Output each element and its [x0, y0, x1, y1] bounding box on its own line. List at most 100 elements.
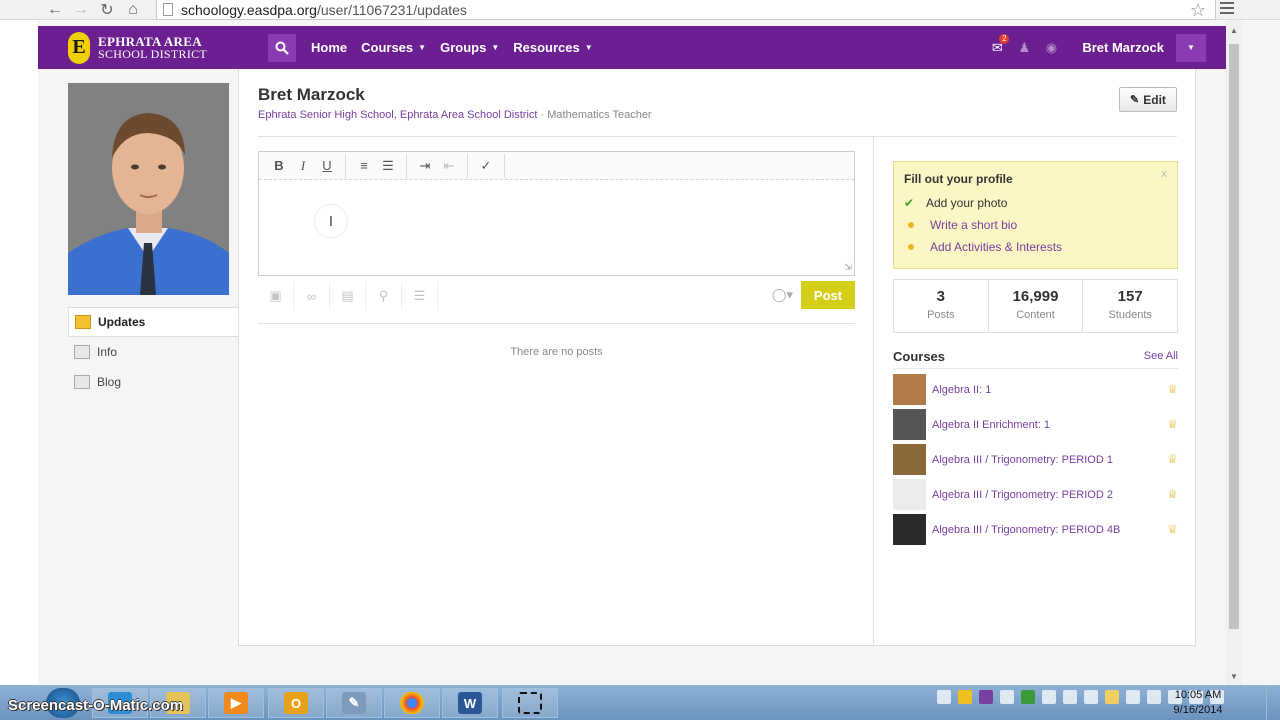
post-type-icon[interactable]: ◯▾	[772, 287, 793, 303]
divider	[258, 136, 1177, 137]
numbered-list-icon[interactable]: ☰	[376, 154, 400, 178]
home-icon[interactable]: ⌂	[120, 0, 146, 20]
outdent-icon[interactable]: ⇤	[437, 154, 461, 178]
profile-nav-info[interactable]: Info	[68, 337, 238, 367]
scrollbar-thumb[interactable]	[1229, 44, 1239, 629]
star-icon[interactable]: ☆	[1190, 0, 1206, 21]
indent-icon[interactable]: ⇥	[413, 154, 437, 178]
attach-audio-icon[interactable]: ⚲	[366, 282, 402, 310]
text-cursor-icon: I	[314, 204, 348, 238]
messages-icon[interactable]: ✉ 2	[986, 33, 1010, 59]
taskbar-media[interactable]: ▶	[208, 688, 264, 718]
courses-header: Courses See All	[893, 349, 1178, 369]
tray-icon[interactable]	[937, 690, 951, 704]
column-divider	[873, 137, 874, 646]
checkmark-icon: ✔	[904, 196, 915, 210]
user-name-menu[interactable]: Bret Marzock	[1082, 40, 1164, 55]
profile-nav-blog[interactable]: Blog	[68, 367, 238, 397]
italic-button[interactable]: I	[291, 154, 315, 178]
post-editor[interactable]: B I U ≡ ☰ ⇥ ⇤ ✓ I ⇲	[258, 151, 855, 276]
show-desktop-button[interactable]	[1266, 685, 1280, 720]
nav-home[interactable]: Home	[311, 40, 347, 55]
logo-line2: SCHOOL DISTRICT	[98, 46, 208, 61]
connections-icon[interactable]: ♟	[1013, 37, 1035, 59]
bold-button[interactable]: B	[267, 154, 291, 178]
course-thumbnail	[893, 374, 926, 405]
tray-icon[interactable]	[1105, 690, 1119, 704]
scroll-down-icon[interactable]: ▼	[1230, 672, 1238, 681]
nav-resources[interactable]: Resources ▼	[513, 40, 592, 55]
blog-icon	[74, 375, 90, 389]
search-button[interactable]	[268, 33, 296, 62]
tray-icon[interactable]	[1021, 690, 1035, 704]
menu-icon[interactable]	[1220, 2, 1234, 17]
district-logo[interactable]: E EPHRATA AREA SCHOOL DISTRICT	[68, 31, 258, 64]
nav-groups[interactable]: Groups ▼	[440, 40, 499, 55]
chevron-down-icon: ▼	[491, 43, 500, 52]
profile-photo[interactable]	[68, 83, 229, 295]
taskbar-outlook[interactable]: O	[268, 688, 324, 718]
tray-icon[interactable]	[1042, 690, 1056, 704]
course-item[interactable]: Algebra III / Trigonometry: PERIOD 4B ♕	[893, 512, 1178, 547]
fill-item-bio[interactable]: Write a short bio	[904, 214, 1167, 236]
taskbar-chrome[interactable]	[384, 688, 440, 718]
underline-button[interactable]: U	[315, 154, 339, 178]
course-item[interactable]: Algebra III / Trigonometry: PERIOD 1 ♕	[893, 442, 1178, 477]
scrollbar[interactable]: ▲ ▼	[1226, 20, 1242, 685]
bluetooth-icon[interactable]	[1000, 690, 1014, 704]
tray-icon[interactable]	[1126, 690, 1140, 704]
taskbar-app[interactable]: ✎	[326, 688, 382, 718]
fill-profile-title: Fill out your profile	[904, 172, 1013, 186]
attach-resource-icon[interactable]: ▤	[330, 282, 366, 310]
taskbar-clock[interactable]: 10:05 AM 9/16/2014	[1158, 688, 1238, 718]
scroll-up-icon[interactable]: ▲	[1230, 26, 1238, 35]
see-all-link[interactable]: See All	[1144, 350, 1178, 362]
editor-toolbar: B I U ≡ ☰ ⇥ ⇤ ✓	[259, 152, 854, 180]
profile-photo-image	[68, 83, 229, 295]
notifications-icon[interactable]: ◉	[1040, 37, 1062, 59]
taskbar-snipping[interactable]	[502, 688, 558, 718]
back-arrow-icon[interactable]: ←	[42, 0, 68, 20]
reload-icon[interactable]: ↻	[94, 0, 120, 20]
updates-icon	[75, 315, 91, 329]
media-player-icon: ▶	[224, 692, 248, 714]
attach-link-icon[interactable]: ∞	[294, 282, 330, 310]
district-link[interactable]: Ephrata Area School District	[400, 109, 538, 121]
attach-file-icon[interactable]: ▣	[258, 282, 294, 310]
close-icon[interactable]: x	[1162, 168, 1168, 180]
search-icon	[275, 41, 289, 55]
post-button[interactable]: Post	[801, 281, 855, 309]
course-item[interactable]: Algebra II Enrichment: 1 ♕	[893, 407, 1178, 442]
info-icon	[74, 345, 90, 359]
resize-handle-icon[interactable]: ⇲	[844, 262, 852, 273]
user-dropdown-button[interactable]: ▼	[1176, 33, 1206, 62]
forward-arrow-icon[interactable]: →	[68, 0, 94, 20]
tray-icon[interactable]	[958, 690, 972, 704]
main-panel: Bret Marzock Ephrata Senior High School,…	[238, 69, 1196, 646]
tray-icon[interactable]	[1063, 690, 1077, 704]
edit-profile-button[interactable]: ✎ Edit	[1119, 87, 1177, 112]
pencil-icon: ✎	[1130, 94, 1140, 106]
course-thumbnail	[893, 409, 926, 440]
course-thumbnail	[893, 444, 926, 475]
watermark: Screencast-O-Matic.com	[8, 697, 184, 714]
nav-courses[interactable]: Courses ▼	[361, 40, 426, 55]
spellcheck-icon[interactable]: ✓	[474, 154, 498, 178]
profile-affiliation: Ephrata Senior High School, Ephrata Area…	[258, 109, 652, 121]
tray-icon[interactable]	[979, 690, 993, 704]
address-bar[interactable]: schoology.easdpa.org/user/11067231/updat…	[156, 0, 1216, 20]
school-link[interactable]: Ephrata Senior High School	[258, 109, 394, 121]
course-item[interactable]: Algebra II: 1 ♕	[893, 372, 1178, 407]
bullet-list-icon[interactable]: ≡	[352, 154, 376, 178]
page-icon	[163, 3, 173, 16]
taskbar-word[interactable]: W	[442, 688, 498, 718]
crown-icon: ♕	[1167, 382, 1178, 396]
attach-poll-icon[interactable]: ☰	[402, 282, 438, 310]
course-list: Algebra II: 1 ♕ Algebra II Enrichment: 1…	[893, 372, 1178, 547]
profile-nav-updates[interactable]: Updates	[68, 307, 238, 337]
clock-time: 10:05 AM	[1174, 689, 1222, 701]
course-item[interactable]: Algebra III / Trigonometry: PERIOD 2 ♕	[893, 477, 1178, 512]
fill-item-activities[interactable]: Add Activities & Interests	[904, 236, 1167, 258]
tray-icon[interactable]	[1084, 690, 1098, 704]
word-icon: W	[458, 692, 482, 714]
